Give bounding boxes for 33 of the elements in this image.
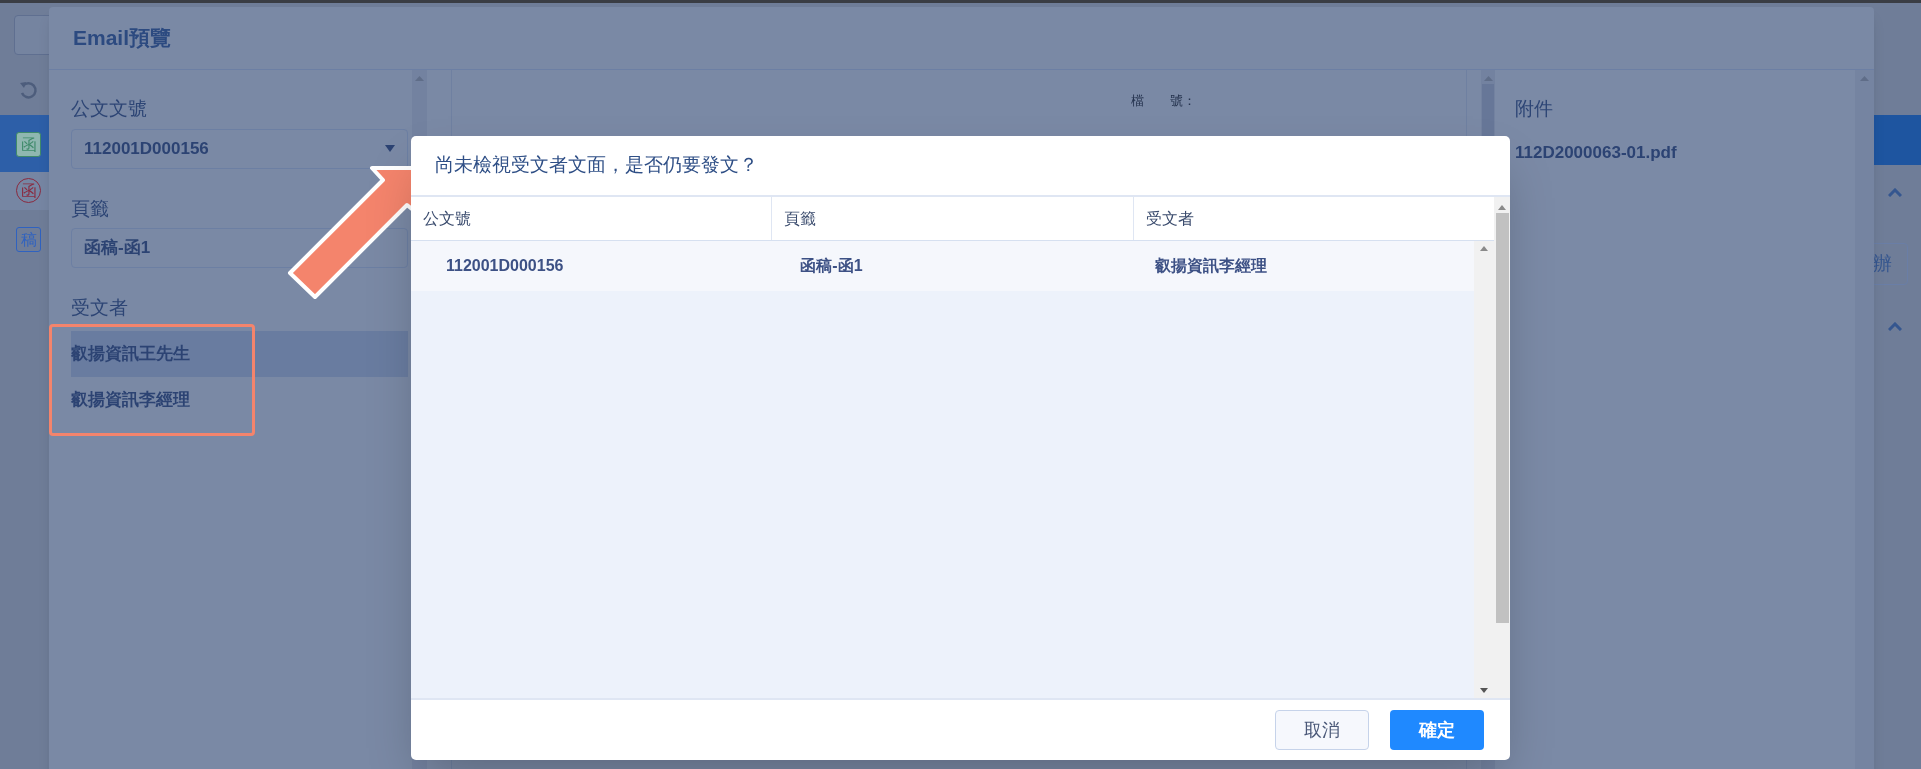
table-cell-text: 112001D000156 xyxy=(445,256,565,276)
chevron-up-icon xyxy=(1888,322,1902,331)
field-label: 受文者 xyxy=(71,296,129,320)
scroll-up-icon[interactable] xyxy=(1483,76,1493,81)
scroll-up-icon[interactable] xyxy=(1498,205,1506,210)
attachments-label: 附件 xyxy=(1515,97,1554,121)
scroll-up-icon[interactable] xyxy=(415,76,424,81)
recipient-item[interactable]: 叡揚資訊李經理 xyxy=(71,376,408,423)
scrollbar-thumb[interactable] xyxy=(1495,213,1509,623)
attachment-link[interactable]: 112D2000063-01.pdf xyxy=(1515,139,1855,165)
table-cell-text: 叡揚資訊李經理 xyxy=(1153,256,1268,276)
list-row-background[interactable] xyxy=(0,172,50,210)
select-field[interactable]: 112001D000156 xyxy=(71,128,408,169)
column-header[interactable]: 受文者 xyxy=(1132,197,1494,240)
document-type-badge: 稿 xyxy=(16,227,41,252)
recipient-item[interactable]: 叡揚資訊王先生 xyxy=(71,330,408,377)
undo-icon[interactable] xyxy=(18,80,38,100)
modal-title: Email預覽 xyxy=(73,25,172,52)
chevron-up-icon xyxy=(1888,188,1902,197)
table-cell-text: 函稿-函1 xyxy=(799,256,864,276)
scroll-up-icon[interactable] xyxy=(1480,246,1488,251)
scroll-up-icon[interactable] xyxy=(1860,76,1869,81)
dropdown-caret-icon xyxy=(385,145,395,152)
dialog-title: 尚未檢視受文者文面，是否仍要發文？ xyxy=(435,153,758,178)
column-header[interactable]: 公文號 xyxy=(411,197,772,240)
field-label: 頁籤 xyxy=(71,196,110,221)
field-label: 公文文號 xyxy=(71,97,148,121)
document-text: 檔 號： xyxy=(1131,92,1196,110)
confirm-button[interactable]: 確定 xyxy=(1390,710,1484,750)
document-type-badge: 函 xyxy=(16,132,41,157)
scroll-down-icon[interactable] xyxy=(1480,688,1488,693)
cancel-button[interactable]: 取消 xyxy=(1275,710,1369,750)
column-header[interactable]: 頁籤 xyxy=(771,197,1133,240)
